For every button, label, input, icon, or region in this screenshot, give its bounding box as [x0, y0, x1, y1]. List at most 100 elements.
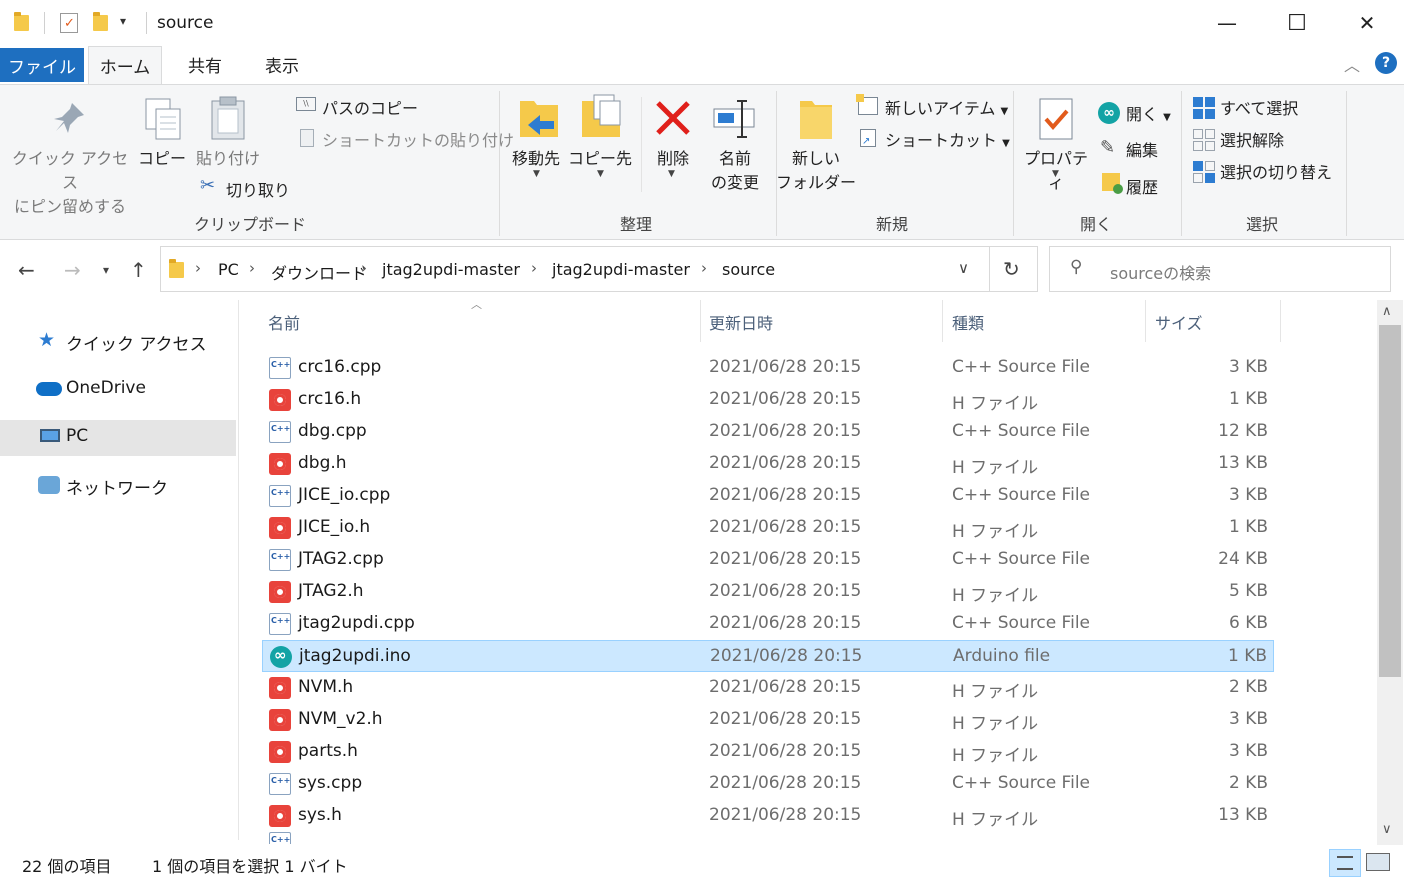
breadcrumb-jtag2updi-master-2[interactable]: jtag2updi-master — [552, 260, 690, 279]
copy-to-button[interactable]: コピー先 — [568, 147, 632, 171]
search-input[interactable]: sourceの検索 — [1110, 260, 1211, 284]
chevron-right-icon[interactable]: › — [249, 259, 255, 277]
properties-dropdown-icon[interactable]: ▼ — [1052, 169, 1059, 179]
table-row[interactable]: jtag2updi.ino 2021/06/28 20:15 Arduino fil… — [262, 640, 1274, 672]
close-button[interactable]: ✕ — [1332, 0, 1402, 46]
column-header-name[interactable]: 名前 — [268, 310, 300, 334]
new-folder-button[interactable]: 新しい フォルダー — [776, 147, 856, 195]
properties-quick-icon[interactable]: ✓ — [60, 13, 78, 33]
recent-locations-chevron-icon[interactable]: ▾ — [103, 263, 109, 277]
minimize-button[interactable]: — — [1192, 0, 1262, 46]
column-header-type[interactable]: 種類 — [952, 310, 984, 334]
help-icon[interactable]: ? — [1375, 52, 1397, 74]
select-none-button[interactable]: 選択解除 — [1220, 127, 1284, 151]
table-row[interactable]: JICE_io.cpp 2021/06/28 20:15 C++ Source Fi… — [262, 480, 1274, 512]
nav-item-onedrive[interactable]: OneDrive — [0, 372, 236, 408]
invert-selection-button[interactable]: 選択の切り替え — [1220, 159, 1332, 183]
file-size: 13 KB — [1218, 805, 1268, 825]
file-name: crc16.cpp — [298, 357, 382, 377]
tab-home[interactable]: ホーム — [88, 46, 162, 84]
tab-file[interactable]: ファイル — [0, 48, 84, 82]
address-bar[interactable]: › PC › ダウンロード › jtag2updi-master › jtag2… — [160, 246, 990, 292]
table-row[interactable]: crc16.cpp 2021/06/28 20:15 C++ Source File… — [262, 352, 1274, 384]
copy-path-button[interactable]: パスのコピー — [322, 95, 418, 119]
history-button[interactable]: 履歴 — [1126, 174, 1158, 198]
file-date: 2021/06/28 20:15 — [709, 389, 862, 409]
table-row[interactable]: NVM_v2.h 2021/06/28 20:15 H ファイル 3 KB — [262, 704, 1274, 736]
collapse-ribbon-icon[interactable]: ︿ — [1344, 52, 1360, 76]
delete-icon — [656, 101, 690, 135]
paste-shortcut-button[interactable]: ショートカットの貼り付け — [322, 127, 514, 151]
table-row[interactable]: JICE_io.h 2021/06/28 20:15 H ファイル 1 KB — [262, 512, 1274, 544]
move-to-dropdown-icon[interactable]: ▼ — [533, 169, 540, 179]
table-row[interactable]: dbg.h 2021/06/28 20:15 H ファイル 13 KB — [262, 448, 1274, 480]
invert-selection-icon — [1193, 161, 1215, 183]
breadcrumb-source[interactable]: source — [722, 260, 775, 279]
tab-share[interactable]: 共有 — [170, 46, 240, 82]
refresh-button[interactable]: ↻ — [990, 246, 1038, 292]
table-row[interactable]: NVM.h 2021/06/28 20:15 H ファイル 2 KB — [262, 672, 1274, 704]
column-header-date[interactable]: 更新日時 — [709, 310, 773, 334]
file-name: JICE_io.cpp — [298, 485, 391, 505]
file-date: 2021/06/28 20:15 — [710, 646, 863, 666]
maximize-button[interactable]: ☐ — [1262, 0, 1332, 46]
open-button[interactable]: 開く ▼ — [1126, 101, 1171, 125]
nav-item-network[interactable]: ネットワーク — [0, 468, 236, 504]
breadcrumb-jtag2updi-master-1[interactable]: jtag2updi-master — [382, 260, 520, 279]
file-type: H ファイル — [952, 522, 1039, 542]
scroll-down-icon[interactable]: ∨ — [1382, 822, 1392, 837]
move-to-button[interactable]: 移動先 — [506, 147, 566, 171]
cpp-file-icon — [269, 485, 291, 507]
header-file-icon — [269, 677, 291, 699]
edit-button[interactable]: 編集 — [1126, 137, 1158, 161]
table-row[interactable]: dbg.cpp 2021/06/28 20:15 C++ Source File 12… — [262, 416, 1274, 448]
select-all-button[interactable]: すべて選択 — [1220, 95, 1298, 119]
new-shortcut-button[interactable]: ショートカット ▼ — [885, 127, 1010, 151]
chevron-right-icon[interactable]: › — [531, 259, 537, 277]
breadcrumb-downloads[interactable]: ダウンロード — [271, 260, 367, 284]
scrollbar-thumb[interactable] — [1379, 325, 1401, 677]
table-row[interactable]: crc16.h 2021/06/28 20:15 H ファイル 1 KB — [262, 384, 1274, 416]
title-bar: ✓ ▾ source — ☐ ✕ — [0, 0, 1404, 46]
up-arrow-icon[interactable]: ↑ — [130, 258, 147, 282]
back-arrow-icon[interactable]: ← — [18, 258, 35, 282]
column-header-size[interactable]: サイズ — [1155, 310, 1203, 334]
copy-to-dropdown-icon[interactable]: ▼ — [597, 169, 604, 179]
cut-button[interactable]: 切り取り — [226, 177, 290, 201]
table-row[interactable]: sys.cpp 2021/06/28 20:15 C++ Source File 2 … — [262, 768, 1274, 800]
table-row[interactable]: JTAG2.h 2021/06/28 20:15 H ファイル 5 KB — [262, 576, 1274, 608]
arduino-open-icon: ∞ — [1098, 102, 1120, 124]
folder-icon — [14, 12, 29, 31]
new-item-button[interactable]: 新しいアイテム ▼ — [885, 95, 1008, 119]
large-icons-view-button[interactable] — [1366, 853, 1390, 871]
pin-quick-access-button[interactable]: クイック アクセス にピン留めする — [8, 147, 132, 219]
chevron-right-icon[interactable]: › — [361, 259, 367, 277]
new-folder-icon — [800, 101, 832, 139]
paste-button[interactable]: 貼り付け — [192, 147, 264, 171]
breadcrumb-pc[interactable]: PC — [218, 260, 239, 279]
delete-dropdown-icon[interactable]: ▼ — [668, 169, 675, 179]
chevron-right-icon[interactable]: › — [195, 259, 201, 277]
file-name: JICE_io.h — [298, 517, 371, 537]
table-row[interactable]: sys.h 2021/06/28 20:15 H ファイル 13 KB — [262, 800, 1274, 832]
scroll-up-icon[interactable]: ∧ — [1382, 304, 1392, 319]
details-view-button[interactable] — [1329, 849, 1361, 877]
rename-button[interactable]: 名前 の変更 — [700, 147, 770, 195]
tab-view[interactable]: 表示 — [246, 46, 318, 82]
address-dropdown-icon[interactable]: ∨ — [958, 259, 969, 277]
new-folder-quick-icon[interactable] — [93, 12, 108, 31]
selection-info: 1 個の項目を選択 1 バイト — [152, 857, 348, 876]
copy-button[interactable]: コピー — [136, 147, 188, 171]
table-row[interactable]: jtag2updi.cpp 2021/06/28 20:15 C++ Source … — [262, 608, 1274, 640]
delete-button[interactable]: 削除 — [648, 147, 698, 171]
table-row[interactable]: JTAG2.cpp 2021/06/28 20:15 C++ Source File… — [262, 544, 1274, 576]
table-row[interactable]: parts.h 2021/06/28 20:15 H ファイル 3 KB — [262, 736, 1274, 768]
forward-arrow-icon[interactable]: → — [64, 258, 81, 282]
customize-quick-access-icon[interactable]: ▾ — [120, 14, 126, 28]
nav-item-quick-access[interactable]: ★ クイック アクセス — [0, 324, 236, 360]
file-type: C++ Source File — [952, 613, 1091, 633]
search-box[interactable]: ⚲ sourceの検索 — [1049, 246, 1391, 292]
select-none-icon — [1193, 129, 1215, 151]
nav-item-pc[interactable]: PC — [0, 420, 236, 456]
chevron-right-icon[interactable]: › — [701, 259, 707, 277]
